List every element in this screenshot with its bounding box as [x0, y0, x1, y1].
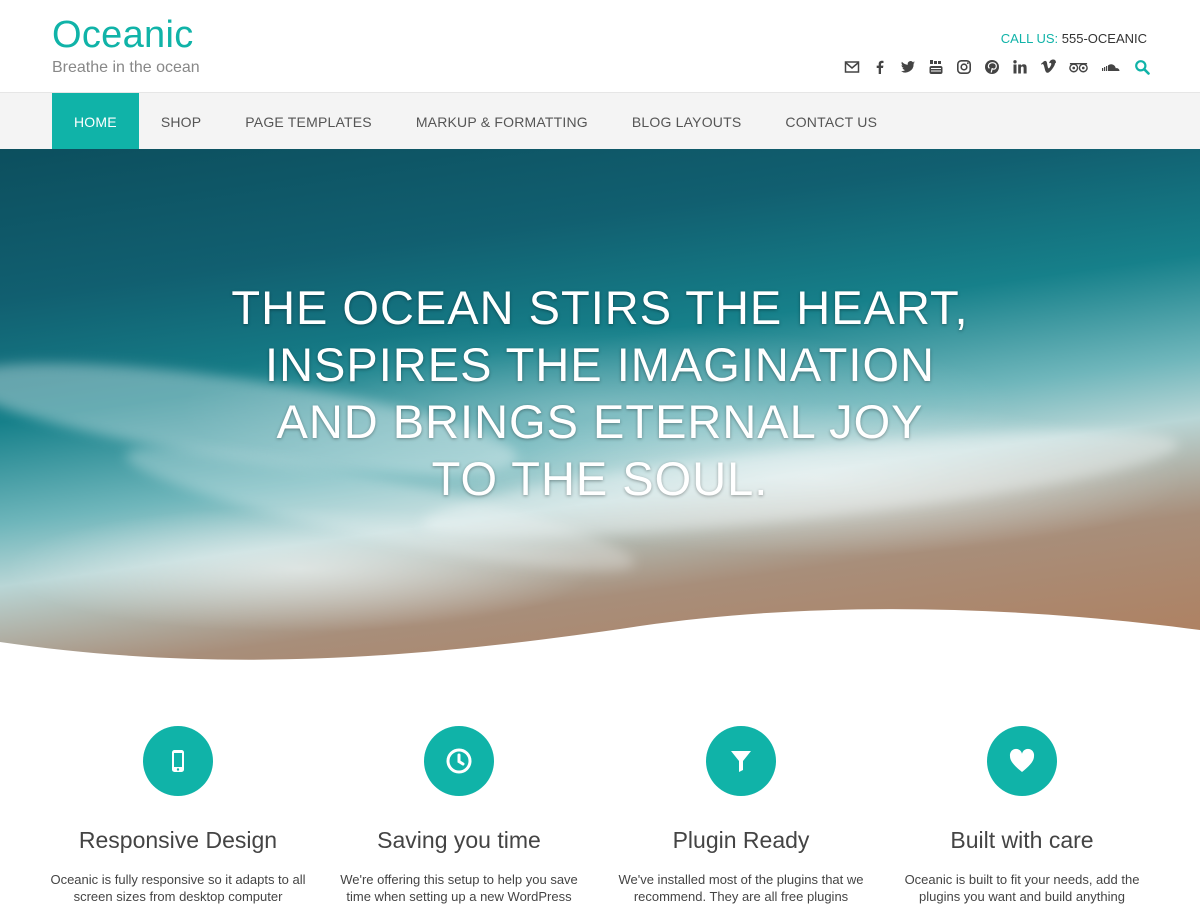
- hero-line: AND BRINGS ETERNAL JOY: [276, 395, 924, 448]
- hero-line: INSPIRES THE IMAGINATION: [265, 338, 935, 391]
- hero-headline: THE OCEAN STIRS THE HEART, INSPIRES THE …: [0, 279, 1200, 507]
- tripadvisor-icon[interactable]: [1067, 58, 1089, 75]
- envelope-icon[interactable]: [843, 58, 860, 75]
- nav-item-page-templates[interactable]: PAGE TEMPLATES: [223, 93, 394, 150]
- feature-title: Responsive Design: [78, 827, 278, 853]
- twitter-icon[interactable]: [899, 58, 916, 75]
- nav-item-blog-layouts[interactable]: BLOG LAYOUTS: [610, 93, 764, 150]
- soundcloud-icon[interactable]: [1100, 58, 1122, 75]
- call-us-label: CALL US:: [1000, 31, 1059, 46]
- site-header: Oceanic Breathe in the ocean CALL US: 55…: [0, 0, 1200, 92]
- nav-item-home[interactable]: HOME: [52, 93, 139, 150]
- feature-saving-time: Saving you time We're offering this setu…: [318, 726, 600, 905]
- site-title[interactable]: Oceanic: [52, 16, 194, 54]
- feature-built-with-care: Built with care Oceanic is built to fit …: [881, 726, 1163, 905]
- hero-slider: THE OCEAN STIRS THE HEART, INSPIRES THE …: [0, 149, 1200, 664]
- nav-item-shop[interactable]: SHOP: [139, 93, 223, 150]
- feature-title: Built with care: [950, 827, 1094, 853]
- feature-responsive-design: Responsive Design Oceanic is fully respo…: [37, 726, 319, 905]
- facebook-icon[interactable]: [871, 58, 888, 75]
- instagram-icon[interactable]: [955, 58, 972, 75]
- youtube-icon[interactable]: [927, 58, 944, 75]
- feature-title: Saving you time: [377, 827, 541, 853]
- hero-line: THE OCEAN STIRS THE HEART,: [231, 281, 969, 334]
- nav-item-markup-formatting[interactable]: MARKUP & FORMATTING: [394, 93, 610, 150]
- pinterest-icon[interactable]: [983, 58, 1000, 75]
- nav-item-contact-us[interactable]: CONTACT US: [763, 93, 899, 150]
- heart-icon: [987, 726, 1057, 796]
- call-us-info: CALL US: 555-OCEANIC: [1001, 32, 1147, 45]
- search-icon[interactable]: [1133, 58, 1150, 75]
- linkedin-icon[interactable]: [1011, 58, 1028, 75]
- feature-plugin-ready: Plugin Ready We've installed most of the…: [600, 726, 882, 905]
- filter-icon: [706, 726, 776, 796]
- site-tagline: Breathe in the ocean: [52, 59, 200, 76]
- mobile-phone-icon: [143, 726, 213, 796]
- clock-icon: [424, 726, 494, 796]
- social-links: [843, 58, 1150, 75]
- vimeo-icon[interactable]: [1039, 58, 1056, 75]
- phone-number: 555-OCEANIC: [1061, 31, 1147, 46]
- features-section: Responsive Design Oceanic is fully respo…: [0, 664, 1200, 904]
- feature-title: Plugin Ready: [672, 827, 810, 853]
- hero-line: TO THE SOUL.: [431, 452, 769, 505]
- hero-bottom-wave: [0, 609, 1200, 664]
- main-navigation: HOME SHOP PAGE TEMPLATES MARKUP & FORMAT…: [0, 92, 1200, 150]
